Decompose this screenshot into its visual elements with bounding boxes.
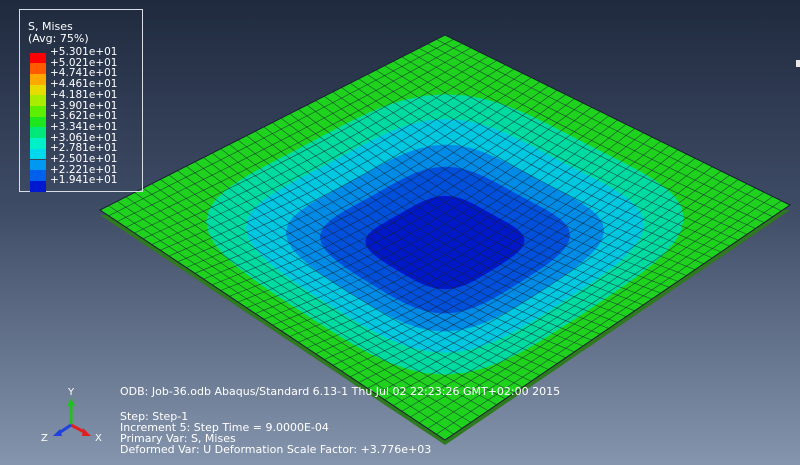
legend-swatch <box>30 116 46 128</box>
legend-swatch <box>30 63 46 74</box>
triad-z-axis <box>58 423 72 435</box>
triad-y-label: Y <box>67 387 75 398</box>
view-triad: Y X Z <box>41 387 102 444</box>
odb-info: ODB: Job-36.odb Abaqus/Standard 6.13-1 T… <box>120 385 561 398</box>
legend-swatch <box>30 159 46 171</box>
legend-swatch <box>30 73 46 85</box>
triad-y-arrowhead <box>67 398 75 406</box>
legend-swatch <box>30 180 46 192</box>
legend-swatch <box>30 52 46 64</box>
legend-subtitle: (Avg: 75%) <box>28 32 89 45</box>
legend-swatch <box>30 138 46 149</box>
viewport-edge-marker <box>796 60 800 67</box>
triad-z-arrowhead <box>53 429 62 436</box>
triad-x-arrowhead <box>82 428 91 436</box>
legend-swatch <box>30 127 46 139</box>
legend-swatch <box>30 170 46 181</box>
legend-tick-label: +1.941e+01 <box>50 174 118 187</box>
deformed-plate <box>99 34 791 445</box>
legend-swatch <box>30 148 46 160</box>
deformed-var-info: Deformed Var: U Deformation Scale Factor… <box>120 443 432 456</box>
legend-swatch <box>30 84 46 96</box>
legend-swatch <box>30 95 46 106</box>
legend-swatch <box>30 106 46 117</box>
triad-z-label: Z <box>41 433 48 444</box>
contour-legend: S, Mises (Avg: 75%) +5.301e+01 +5.021e+01… <box>19 9 143 192</box>
triad-x-label: X <box>95 433 102 444</box>
